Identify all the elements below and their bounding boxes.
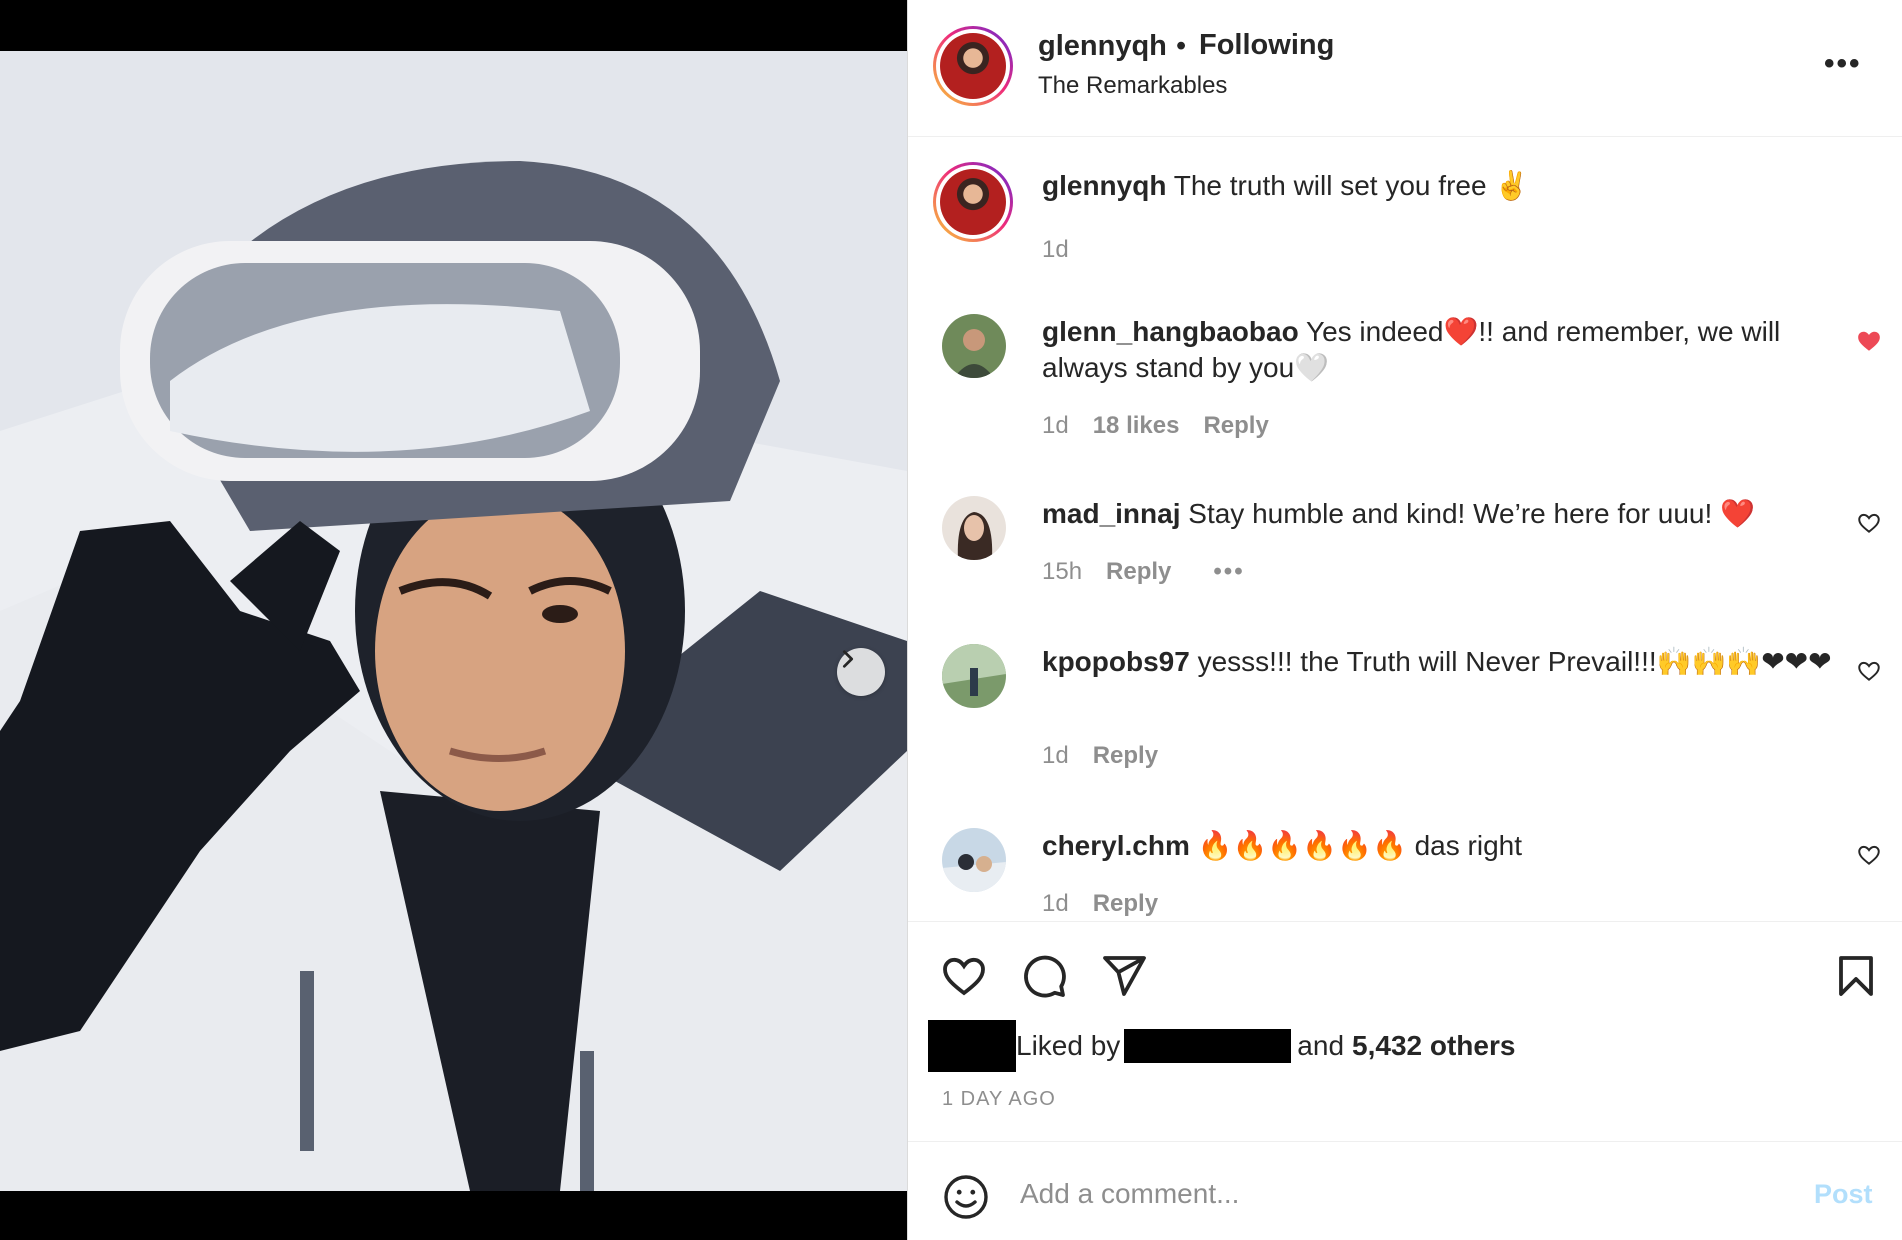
more-options-button[interactable]: •••	[1824, 49, 1862, 79]
reply-button[interactable]: Reply	[1203, 412, 1268, 440]
caption-text: The truth will set you free ✌️	[1173, 170, 1530, 201]
heart-filled-icon[interactable]	[1856, 328, 1882, 354]
comment-body: glenn_hangbaobao Yes indeed❤️!! and reme…	[1042, 314, 1832, 386]
post-button[interactable]: Post	[1814, 1179, 1873, 1210]
caption: glennyqh The truth will set you free ✌️	[1042, 168, 1802, 204]
post-media	[0, 0, 907, 1240]
commenter-avatar[interactable]	[942, 644, 1006, 708]
caption-time: 1d	[1042, 236, 1069, 263]
commenter-avatar[interactable]	[942, 314, 1006, 378]
caption-username[interactable]: glennyqh	[1042, 170, 1166, 201]
comment-meta: 15h Reply •••	[1042, 558, 1245, 586]
chevron-right-icon	[842, 650, 854, 668]
comment-text: yesss!!! the Truth will Never Prevail!!!…	[1197, 646, 1832, 677]
comment-text: 🔥🔥🔥🔥🔥🔥 das right	[1197, 830, 1522, 861]
comment-body: mad_innaj Stay humble and kind! We’re he…	[1042, 496, 1832, 532]
commenter-avatar[interactable]	[942, 828, 1006, 892]
liked-by-prefix: Liked by	[1016, 1030, 1121, 1061]
reply-button[interactable]: Reply	[1093, 890, 1158, 918]
comments-list[interactable]: glennyqh The truth will set you free ✌️ …	[908, 138, 1902, 921]
post-header: glennyqh • Following The Remarkables •••	[908, 0, 1902, 137]
redacted-avatar	[928, 1020, 1016, 1072]
comment-time: 1d	[1042, 412, 1069, 439]
comment-username[interactable]: mad_innaj	[1042, 498, 1180, 529]
comment-body: kpopobs97 yesss!!! the Truth will Never …	[1042, 644, 1832, 680]
share-icon[interactable]	[1100, 952, 1148, 1000]
skier-photo-illustration	[0, 51, 907, 1191]
likes-summary: Liked by and 5,432 others	[928, 1020, 1515, 1072]
comment-time: 15h	[1042, 558, 1083, 585]
likes-count-link[interactable]: 5,432 others	[1352, 1030, 1515, 1062]
comment-icon[interactable]	[1020, 952, 1068, 1000]
following-button[interactable]: Following	[1199, 29, 1334, 62]
commenter-avatar[interactable]	[942, 496, 1006, 560]
comment-composer: Post	[908, 1141, 1902, 1240]
comment-meta: 1d Reply	[1042, 742, 1158, 770]
caption-avatar[interactable]	[933, 162, 1013, 242]
author-avatar[interactable]	[933, 26, 1013, 106]
heart-outline-icon[interactable]	[1856, 658, 1882, 684]
comment-likes[interactable]: 18 likes	[1093, 412, 1180, 440]
liked-by-connector: and	[1297, 1030, 1345, 1061]
reply-button[interactable]: Reply	[1093, 742, 1158, 770]
header-separator: •	[1176, 30, 1187, 62]
post-timestamp[interactable]: 1 DAY AGO	[942, 1088, 1056, 1111]
next-photo-button[interactable]	[837, 648, 885, 696]
comment-username[interactable]: glenn_hangbaobao	[1042, 316, 1299, 347]
emoji-icon[interactable]	[942, 1173, 990, 1221]
post-actions: Liked by and 5,432 others 1 DAY AGO	[908, 921, 1902, 1141]
location-link[interactable]: The Remarkables	[1038, 72, 1227, 100]
comment-meta: 1d Reply	[1042, 890, 1158, 918]
author-username[interactable]: glennyqh	[1038, 30, 1167, 63]
comment-username[interactable]: cheryl.chm	[1042, 830, 1190, 861]
comment-input[interactable]	[1020, 1170, 1720, 1218]
post-photo[interactable]	[0, 51, 907, 1191]
comment-body: cheryl.chm 🔥🔥🔥🔥🔥🔥 das right	[1042, 828, 1832, 864]
heart-outline-icon[interactable]	[1856, 510, 1882, 536]
comment-time: 1d	[1042, 742, 1069, 769]
bookmark-icon[interactable]	[1832, 952, 1880, 1000]
post-sidebar: glennyqh • Following The Remarkables •••…	[907, 0, 1902, 1240]
comment-username[interactable]: kpopobs97	[1042, 646, 1190, 677]
redacted-username	[1124, 1029, 1292, 1063]
heart-outline-icon[interactable]	[1856, 842, 1882, 868]
heart-icon[interactable]	[940, 952, 988, 1000]
comment-time: 1d	[1042, 890, 1069, 917]
comment-more-button[interactable]: •••	[1213, 558, 1244, 586]
comment-meta: 1d 18 likes Reply	[1042, 412, 1269, 440]
comment-text: Stay humble and kind! We’re here for uuu…	[1188, 498, 1755, 529]
reply-button[interactable]: Reply	[1106, 558, 1171, 586]
